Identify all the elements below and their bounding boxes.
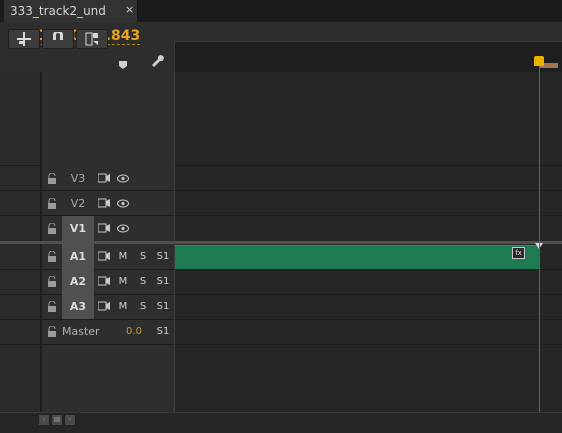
sync-lock-icon[interactable] — [98, 173, 110, 183]
sync-lock-icon[interactable] — [98, 301, 110, 311]
channel-label: S1 — [156, 326, 170, 337]
timeline-scrollbar[interactable] — [0, 412, 562, 433]
master-label: Master — [62, 325, 100, 338]
lock-icon[interactable] — [47, 173, 57, 184]
eye-icon[interactable] — [117, 224, 129, 233]
mute-button[interactable]: M — [115, 294, 131, 319]
mute-button[interactable]: M — [115, 269, 131, 294]
eye-icon[interactable] — [117, 199, 129, 208]
track-header-v2: V2 — [42, 191, 174, 216]
channel-label: S1 — [156, 301, 170, 312]
zoom-in-icon[interactable]: ◦ — [64, 414, 76, 426]
linked-selection-icon — [85, 32, 98, 46]
playhead-line[interactable] — [539, 66, 540, 412]
sequence-tab[interactable]: 333_track2_und × — [4, 0, 138, 22]
close-tab-icon[interactable]: × — [125, 3, 134, 16]
track-header-v1: V1 — [42, 216, 174, 241]
time-ruler[interactable] — [174, 41, 562, 72]
track-label[interactable]: V3 — [62, 166, 94, 191]
solo-button[interactable]: S — [135, 269, 151, 294]
channel-label: S1 — [156, 276, 170, 287]
linked-selection-tool[interactable] — [76, 29, 108, 49]
solo-button[interactable]: S — [135, 244, 151, 269]
lock-icon[interactable] — [47, 276, 57, 287]
track-label[interactable]: V1 — [62, 216, 94, 241]
track-header-master: Master 0.0 S1 — [42, 319, 174, 344]
master-volume-value[interactable]: 0.0 — [122, 319, 146, 344]
sync-lock-icon[interactable] — [98, 198, 110, 208]
fx-badge-icon[interactable]: fx — [512, 247, 525, 259]
lock-icon[interactable] — [47, 223, 57, 234]
snap-insert-tool[interactable] — [8, 29, 40, 49]
insert-icon — [17, 32, 31, 46]
sync-lock-icon[interactable] — [98, 276, 110, 286]
wrench-icon[interactable] — [150, 52, 164, 71]
channel-label: S1 — [156, 251, 170, 262]
track-header-a2: A2 M S S1 — [42, 269, 174, 294]
track-label[interactable]: V2 — [62, 191, 94, 216]
zoom-handle-icon[interactable]: III — [51, 414, 63, 426]
eye-icon[interactable] — [117, 174, 129, 183]
solo-button[interactable]: S — [135, 294, 151, 319]
lock-icon[interactable] — [47, 326, 57, 337]
sync-lock-icon[interactable] — [98, 223, 110, 233]
sequence-tab-title[interactable]: 333_track2_und — [10, 4, 106, 18]
track-label[interactable]: A1 — [62, 244, 94, 269]
sync-lock-icon[interactable] — [98, 251, 110, 261]
track-label[interactable]: A3 — [62, 294, 94, 319]
zoom-out-icon[interactable]: ◦ — [38, 414, 50, 426]
track-header-v3: V3 — [42, 166, 174, 191]
magnet-icon — [53, 32, 63, 40]
track-label[interactable]: A2 — [62, 269, 94, 294]
audio-clip-a1[interactable] — [175, 245, 539, 269]
track-header-a3: A3 M S S1 — [42, 294, 174, 319]
track-header-a1: A1 M S S1 — [42, 244, 174, 269]
lock-icon[interactable] — [47, 301, 57, 312]
snap-magnet-tool[interactable] — [42, 29, 74, 49]
lock-icon[interactable] — [47, 198, 57, 209]
playhead-handle[interactable] — [534, 56, 544, 66]
lock-icon[interactable] — [47, 251, 57, 262]
mute-button[interactable]: M — [115, 244, 131, 269]
